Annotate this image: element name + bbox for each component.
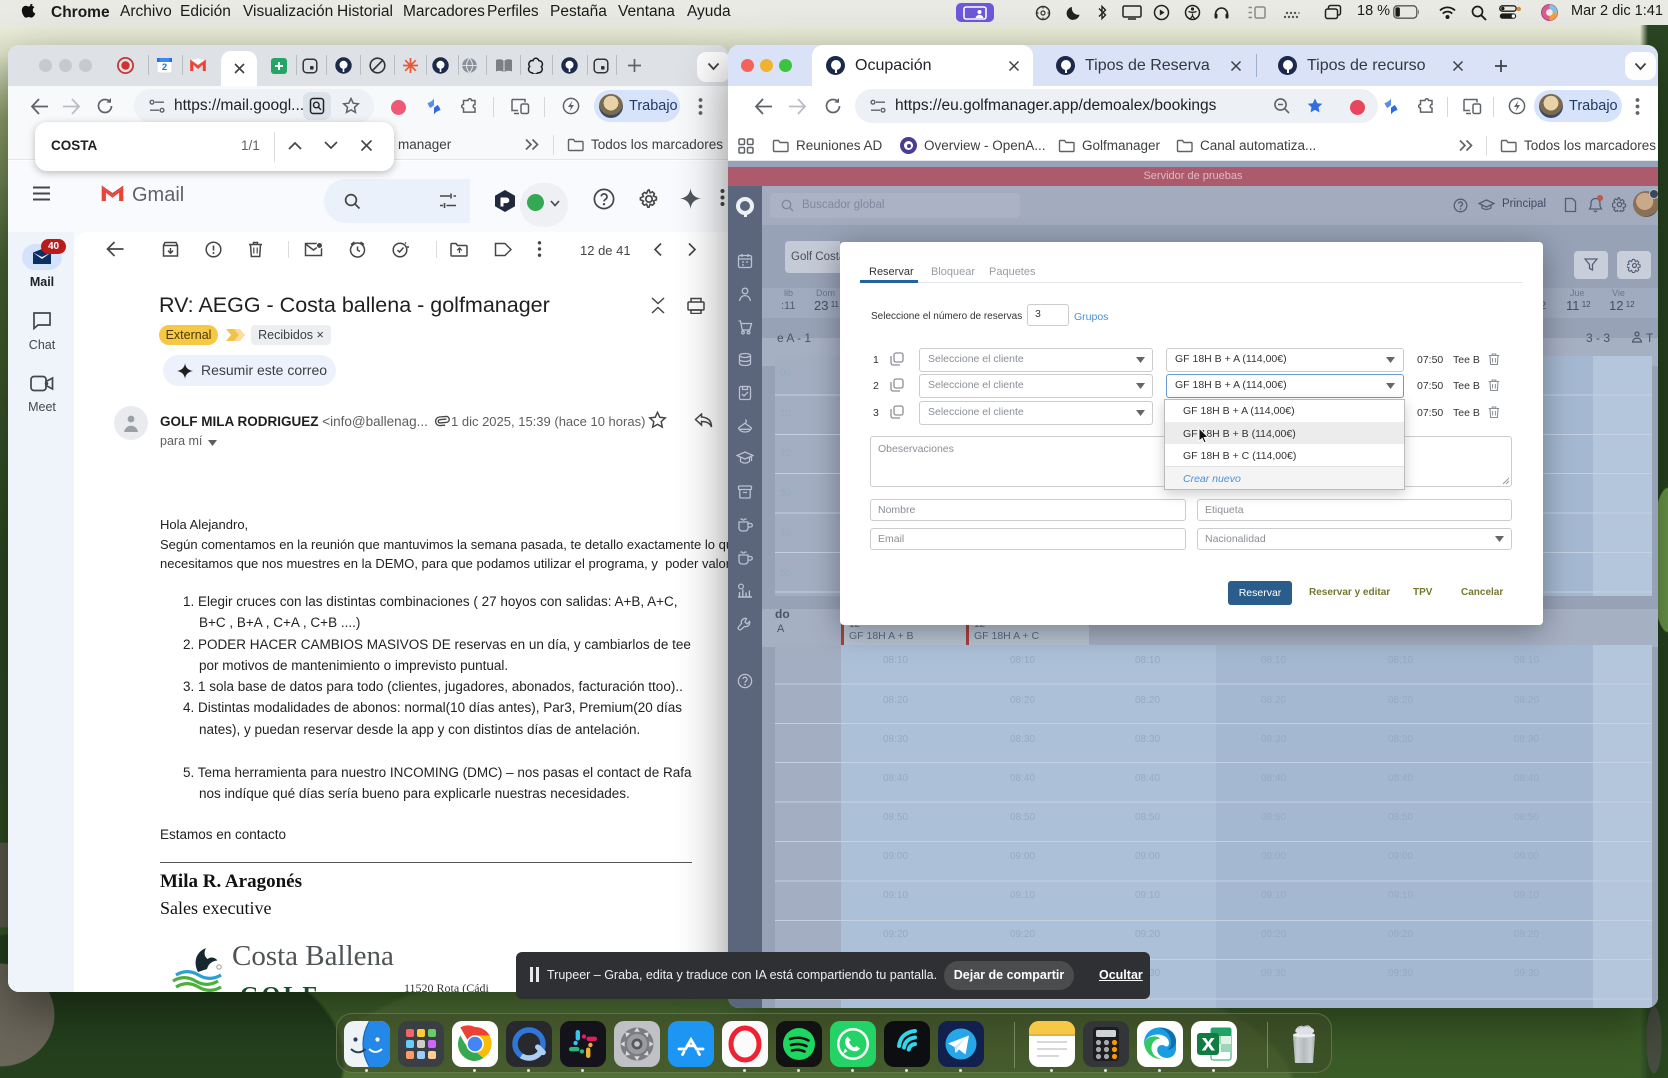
svg-text:2: 2 — [162, 62, 167, 73]
